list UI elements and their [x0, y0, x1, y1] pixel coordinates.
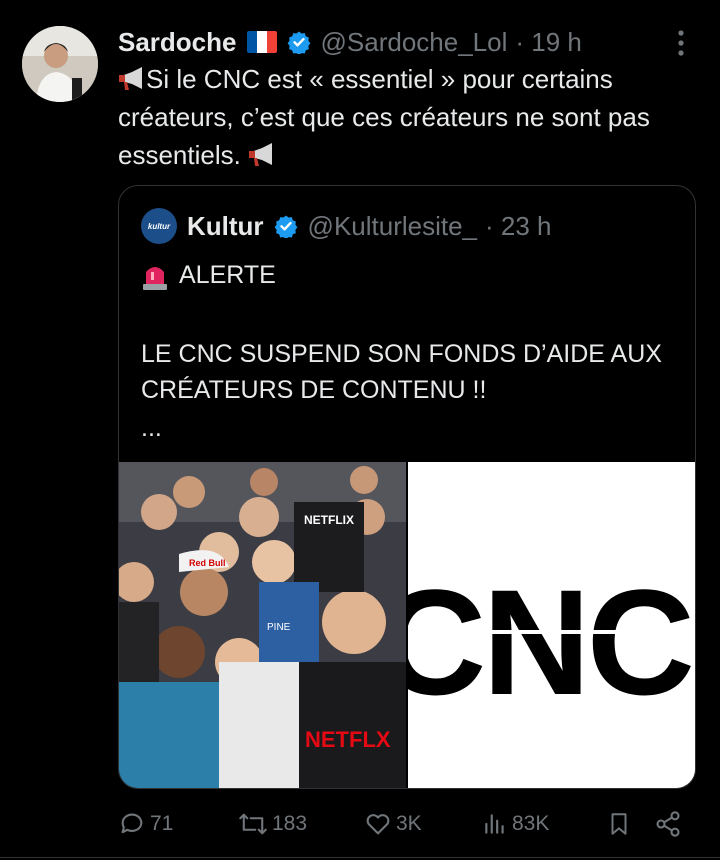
- cnc-logo-image[interactable]: CNC: [408, 462, 695, 788]
- tweet-header: Sardoche @Sardoche_Lol · 19 h: [118, 24, 700, 60]
- verified-badge-icon: [287, 31, 310, 54]
- reply-icon: [121, 813, 143, 834]
- quoted-tweet-time[interactable]: · 23 h: [485, 211, 552, 242]
- tweet-body: Si le CNC est « essentiel » pour certain…: [118, 64, 650, 170]
- redbull-text: Red Bull: [189, 558, 226, 568]
- alert-text: ALERTE: [179, 260, 276, 289]
- quoted-tweet-header: kultur Kultur @Kulturlesite_ · 23 h: [141, 206, 552, 246]
- tweet-time[interactable]: · 19 h: [515, 27, 582, 58]
- like-count: 3K: [396, 812, 422, 835]
- more-options-icon[interactable]: [674, 28, 688, 58]
- share-icon: [656, 811, 680, 837]
- siren-icon: [143, 267, 167, 290]
- divider: [0, 857, 720, 858]
- france-flag-icon: [246, 31, 277, 53]
- views-icon: [485, 814, 504, 834]
- heart-icon: [366, 814, 390, 835]
- quoted-tweet-card[interactable]: kultur Kultur @Kulturlesite_ · 23 h ALER…: [118, 185, 696, 789]
- views-count: 83K: [512, 812, 550, 835]
- reply-button[interactable]: 71: [118, 804, 173, 844]
- verified-badge-icon: [274, 215, 297, 238]
- alert-line: ALERTE: [141, 260, 276, 290]
- bookmark-icon: [611, 813, 627, 835]
- alpine-text: PINE: [267, 622, 291, 633]
- netflx-text: NETFLX: [305, 727, 391, 752]
- author-handle[interactable]: @Sardoche_Lol: [321, 27, 508, 58]
- bookmark-button[interactable]: [606, 804, 636, 844]
- avatar-photo: [22, 26, 98, 102]
- repost-icon: [239, 813, 267, 835]
- quoted-tweet-ellipsis: ...: [141, 414, 162, 442]
- views-button[interactable]: 83K: [482, 804, 549, 844]
- share-button[interactable]: [654, 804, 686, 844]
- tweet-action-bar: 71 183 3K 83K: [118, 804, 698, 844]
- reply-count: 71: [150, 812, 174, 835]
- author-name[interactable]: Sardoche: [118, 27, 237, 58]
- quoted-author-handle[interactable]: @Kulturlesite_: [308, 211, 477, 242]
- author-avatar[interactable]: [22, 26, 98, 102]
- megaphone-icon: [119, 67, 142, 90]
- repost-count: 183: [272, 812, 308, 835]
- netflix-text: NETFLIX: [304, 513, 354, 527]
- quoted-tweet-body: LE CNC SUSPEND SON FONDS D’AIDE AUX CRÉA…: [141, 340, 662, 404]
- group-photo-image[interactable]: NETFLIX NETFLX Red Bull PINE: [119, 462, 406, 788]
- quoted-author-avatar[interactable]: kultur: [141, 208, 177, 244]
- quoted-author-name[interactable]: Kultur: [187, 211, 264, 242]
- quoted-avatar-text: kultur: [147, 221, 171, 231]
- repost-button[interactable]: 183: [238, 804, 307, 844]
- tweet-text: Si le CNC est « essentiel » pour certain…: [118, 60, 708, 174]
- cnc-logo: CNC: [408, 462, 695, 788]
- like-button[interactable]: 3K: [364, 804, 422, 844]
- megaphone-icon: [249, 143, 273, 166]
- group-photo: NETFLIX NETFLX Red Bull PINE: [119, 462, 406, 788]
- cnc-logo-text: CNC: [408, 558, 692, 726]
